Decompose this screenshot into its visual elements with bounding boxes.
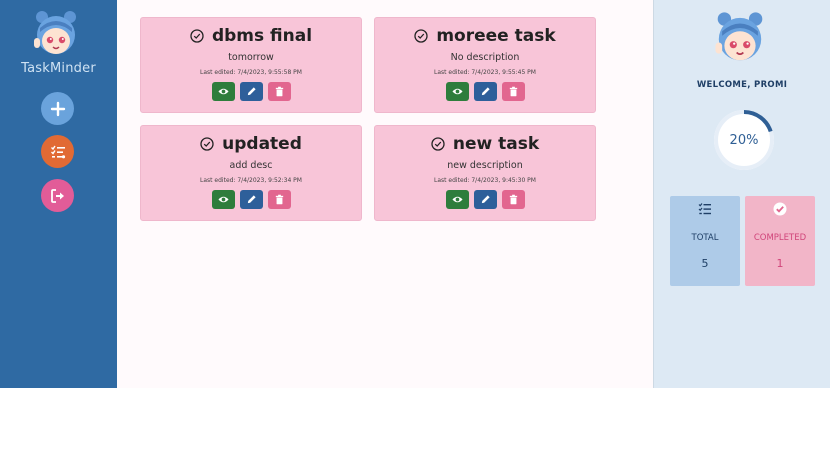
task-title: moreee task bbox=[436, 26, 556, 46]
pencil-icon bbox=[481, 87, 490, 96]
delete-button[interactable] bbox=[501, 190, 525, 209]
task-board: dbms final tomorrow Last edited: 7/4/202… bbox=[117, 0, 653, 388]
plus-icon bbox=[50, 101, 65, 116]
edit-button[interactable] bbox=[239, 190, 263, 209]
delete-button[interactable] bbox=[267, 82, 291, 101]
task-last-edited: Last edited: 7/4/2023, 9:55:58 PM bbox=[200, 69, 302, 76]
task-card-header: dbms final bbox=[141, 26, 361, 46]
sidebar: TaskMinder bbox=[0, 0, 117, 388]
pencil-icon bbox=[247, 87, 256, 96]
checklist-icon bbox=[50, 145, 65, 158]
edit-button[interactable] bbox=[239, 82, 263, 101]
eye-icon bbox=[217, 196, 229, 203]
task-card-header: new task bbox=[375, 134, 595, 154]
task-actions bbox=[375, 190, 595, 209]
task-description: add desc bbox=[229, 160, 273, 171]
logout-icon bbox=[50, 188, 64, 203]
task-card-header: updated bbox=[141, 134, 361, 154]
eye-icon bbox=[451, 88, 463, 95]
task-card: new task new description Last edited: 7/… bbox=[374, 125, 596, 221]
task-card: moreee task No description Last edited: … bbox=[374, 17, 596, 113]
completed-tasks-card: COMPLETED 1 bbox=[745, 196, 815, 286]
trash-icon bbox=[275, 86, 283, 97]
welcome-text: WELCOME, PROMI bbox=[696, 80, 788, 90]
eye-icon bbox=[451, 196, 463, 203]
view-button[interactable] bbox=[445, 82, 469, 101]
edit-button[interactable] bbox=[473, 190, 497, 209]
trash-icon bbox=[509, 86, 517, 97]
task-card: dbms final tomorrow Last edited: 7/4/202… bbox=[140, 17, 362, 113]
task-title: new task bbox=[452, 134, 540, 154]
pencil-icon bbox=[481, 195, 490, 204]
list-icon bbox=[670, 202, 740, 216]
view-button[interactable] bbox=[211, 190, 235, 209]
progress-ring: 20% bbox=[712, 108, 776, 172]
user-avatar-icon bbox=[715, 12, 763, 61]
total-value: 5 bbox=[701, 257, 709, 270]
task-actions bbox=[141, 82, 361, 101]
total-tasks-card: TOTAL 5 bbox=[670, 196, 740, 286]
check-circle-icon bbox=[745, 202, 815, 216]
progress-percent: 20% bbox=[729, 132, 759, 148]
edit-button[interactable] bbox=[473, 82, 497, 101]
delete-button[interactable] bbox=[267, 190, 291, 209]
task-last-edited: Last edited: 7/4/2023, 9:52:34 PM bbox=[200, 177, 302, 184]
view-button[interactable] bbox=[445, 190, 469, 209]
app-window: TaskMinder dbms final tomorrow Last edit… bbox=[0, 0, 830, 388]
pencil-icon bbox=[247, 195, 256, 204]
task-title: dbms final bbox=[211, 26, 313, 46]
logo-avatar-icon bbox=[34, 11, 76, 54]
logout-button[interactable] bbox=[41, 179, 74, 212]
check-circle-icon[interactable] bbox=[200, 137, 214, 151]
task-description: tomorrow bbox=[228, 52, 274, 63]
task-list-button[interactable] bbox=[41, 135, 74, 168]
total-label: TOTAL bbox=[691, 233, 719, 243]
task-card: updated add desc Last edited: 7/4/2023, … bbox=[140, 125, 362, 221]
view-button[interactable] bbox=[211, 82, 235, 101]
completed-label: COMPLETED bbox=[753, 233, 807, 243]
trash-icon bbox=[509, 194, 517, 205]
profile-panel: WELCOME, PROMI 20% TOTAL 5 COMPLETED 1 bbox=[653, 0, 830, 388]
task-last-edited: Last edited: 7/4/2023, 9:55:45 PM bbox=[434, 69, 536, 76]
task-description: No description bbox=[450, 52, 520, 63]
task-card-header: moreee task bbox=[375, 26, 595, 46]
task-actions bbox=[375, 82, 595, 101]
check-circle-icon[interactable] bbox=[431, 137, 445, 151]
brand-name: TaskMinder bbox=[21, 61, 96, 76]
task-title: updated bbox=[222, 134, 302, 154]
eye-icon bbox=[217, 88, 229, 95]
task-description: new description bbox=[447, 160, 523, 171]
task-actions bbox=[141, 190, 361, 209]
trash-icon bbox=[275, 194, 283, 205]
add-task-button[interactable] bbox=[41, 92, 74, 125]
check-circle-icon[interactable] bbox=[414, 29, 428, 43]
completed-value: 1 bbox=[776, 257, 784, 270]
task-last-edited: Last edited: 7/4/2023, 9:45:30 PM bbox=[434, 177, 536, 184]
check-circle-icon[interactable] bbox=[190, 29, 204, 43]
delete-button[interactable] bbox=[501, 82, 525, 101]
